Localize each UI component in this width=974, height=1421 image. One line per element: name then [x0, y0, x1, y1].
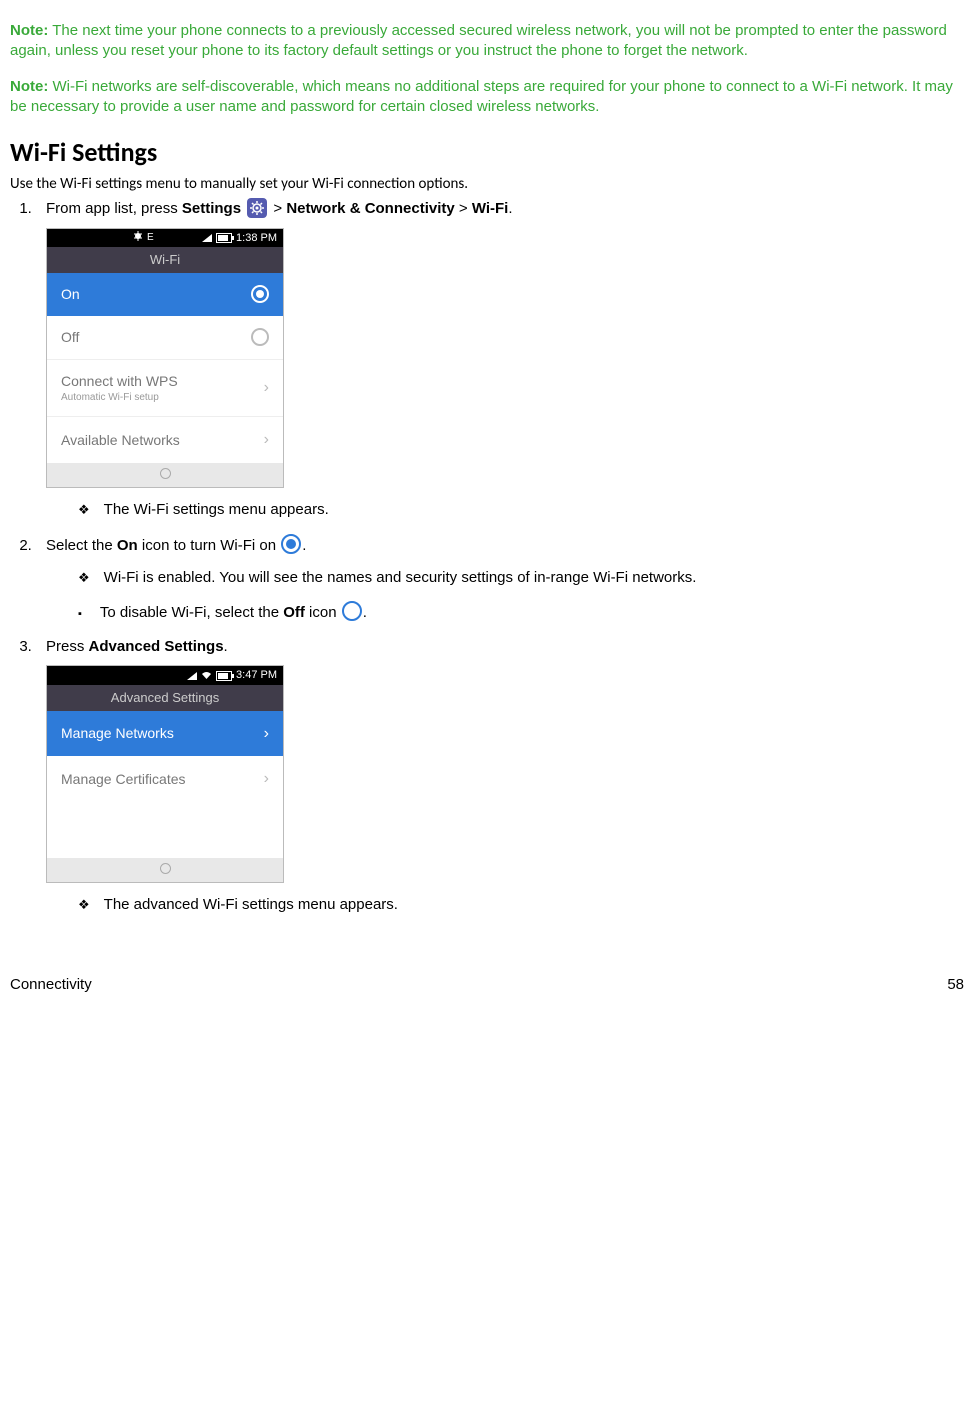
radio-off-icon — [251, 328, 269, 346]
row-wps[interactable]: Connect with WPS Automatic Wi-Fi setup › — [47, 360, 283, 417]
step-1-bold-wifi: Wi-Fi — [472, 200, 509, 217]
note-1-label: Note: — [10, 22, 48, 39]
radio-on-inline-icon — [281, 534, 301, 554]
chevron-right-icon: › — [264, 377, 269, 399]
settings-icon — [247, 198, 267, 218]
blank-area — [47, 802, 283, 858]
row-available[interactable]: Available Networks › — [47, 417, 283, 463]
note-2: Note: Wi-Fi networks are self-discoverab… — [10, 77, 964, 118]
bug-icon — [133, 231, 143, 241]
step-1-text-c: > — [455, 200, 472, 217]
row-on[interactable]: On — [47, 273, 283, 316]
step-3-sub: The advanced Wi-Fi settings menu appears… — [78, 895, 964, 915]
step-3: Press Advanced Settings. 3:47 PM Advance… — [36, 637, 964, 915]
footer-page-number: 58 — [947, 975, 964, 995]
signal-icon — [202, 234, 212, 242]
status-time: 1:38 PM — [236, 231, 277, 246]
row-wps-label: Connect with WPS — [61, 373, 178, 389]
step-2-text-c: . — [302, 537, 306, 554]
step-1-text-b: > — [273, 200, 286, 217]
wifi-icon — [201, 671, 212, 680]
step-2-subsub-c: . — [363, 604, 367, 621]
step-2-bold-on: On — [117, 537, 138, 554]
radio-on-icon — [251, 285, 269, 303]
nav-bar — [47, 463, 283, 487]
step-2-sub-text: Wi-Fi is enabled. You will see the names… — [104, 569, 697, 586]
step-1-text-d: . — [508, 200, 512, 217]
row-on-label: On — [61, 285, 251, 304]
step-2-text-a: Select the — [46, 537, 117, 554]
row-manage-networks-label: Manage Networks — [61, 724, 264, 743]
step-3-bold: Advanced Settings — [89, 638, 224, 655]
step-2: Select the On icon to turn Wi-Fi on . Wi… — [36, 534, 964, 623]
row-wps-sublabel: Automatic Wi-Fi setup — [61, 391, 264, 405]
step-1: From app list, press Settings > Network … — [36, 198, 964, 520]
radio-off-inline-icon — [342, 601, 362, 621]
status-bar: E 1:38 PM — [47, 229, 283, 248]
screenshot-wifi-menu: E 1:38 PM Wi-Fi On Off Connect with WPS … — [46, 228, 284, 488]
note-1: Note: The next time your phone connects … — [10, 21, 964, 62]
page-footer: Connectivity 58 — [10, 975, 964, 995]
nav-bar-2 — [47, 858, 283, 882]
section-heading: Wi-Fi Settings — [10, 135, 964, 170]
status-e-text: E — [147, 231, 154, 245]
chevron-right-icon: › — [264, 723, 269, 745]
step-2-subsub-b: icon — [305, 604, 341, 621]
battery-icon — [216, 233, 232, 243]
step-1-bold-network: Network & Connectivity — [286, 200, 454, 217]
step-1-sub: The Wi-Fi settings menu appears. — [78, 500, 964, 520]
row-off[interactable]: Off — [47, 316, 283, 360]
home-circle-icon — [160, 863, 171, 874]
battery-icon — [216, 671, 232, 681]
step-2-subsub-a: To disable Wi-Fi, select the — [100, 604, 283, 621]
row-off-label: Off — [61, 328, 251, 347]
step-3-text-a: Press — [46, 638, 89, 655]
row-manage-certs[interactable]: Manage Certificates › — [47, 756, 283, 802]
status-time-2: 3:47 PM — [236, 668, 277, 683]
chevron-right-icon: › — [264, 429, 269, 451]
row-manage-networks[interactable]: Manage Networks › — [47, 711, 283, 757]
status-bar-2: 3:47 PM — [47, 666, 283, 685]
screen-title: Wi-Fi — [47, 247, 283, 273]
step-1-sub-text: The Wi-Fi settings menu appears. — [104, 501, 329, 518]
step-2-text-b: icon to turn Wi-Fi on — [138, 537, 281, 554]
row-available-label: Available Networks — [61, 431, 264, 450]
signal-icon — [187, 672, 197, 680]
row-manage-certs-label: Manage Certificates — [61, 770, 264, 789]
screenshot-advanced-menu: 3:47 PM Advanced Settings Manage Network… — [46, 665, 284, 883]
home-circle-icon — [160, 468, 171, 479]
note-2-label: Note: — [10, 78, 48, 95]
step-1-text-a: From app list, press — [46, 200, 182, 217]
step-3-text-b: . — [224, 638, 228, 655]
footer-section: Connectivity — [10, 976, 92, 993]
note-1-text: The next time your phone connects to a p… — [10, 22, 947, 59]
section-intro: Use the Wi-Fi settings menu to manually … — [10, 174, 964, 194]
step-2-subsub: To disable Wi-Fi, select the Off icon . — [78, 601, 964, 623]
step-1-bold-settings: Settings — [182, 200, 241, 217]
step-2-sub: Wi-Fi is enabled. You will see the names… — [78, 568, 964, 588]
chevron-right-icon: › — [264, 768, 269, 790]
step-3-sub-text: The advanced Wi-Fi settings menu appears… — [104, 896, 398, 913]
steps-list: From app list, press Settings > Network … — [36, 198, 964, 915]
screen-title-2: Advanced Settings — [47, 685, 283, 711]
note-2-text: Wi-Fi networks are self-discoverable, wh… — [10, 78, 953, 115]
step-2-subsub-bold: Off — [283, 604, 305, 621]
